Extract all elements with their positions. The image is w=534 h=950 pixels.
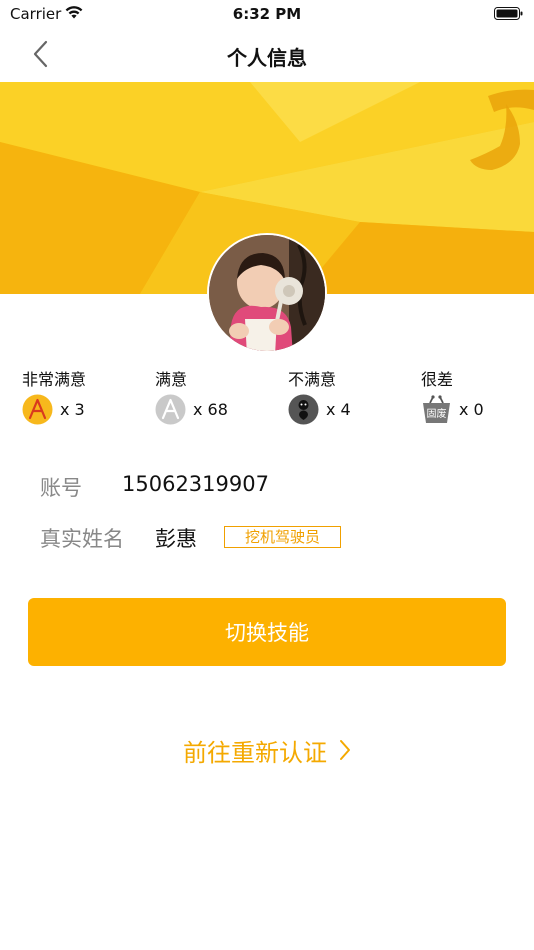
rating-count: x 3 xyxy=(60,400,85,419)
rating-label: 很差 xyxy=(421,370,454,389)
account-value: 15062319907 xyxy=(122,472,269,496)
rating-count: x 68 xyxy=(193,400,228,419)
very-satisfied-icon xyxy=(22,394,53,425)
skill-badge: 挖机驾驶员 xyxy=(224,526,341,548)
satisfied-icon xyxy=(155,394,186,425)
switch-skill-button[interactable]: 切换技能 xyxy=(28,598,506,666)
battery-icon xyxy=(494,6,524,26)
status-bar: Carrier 6:32 PM xyxy=(0,0,534,30)
rating-very-satisfied: 非常满意 x 3 xyxy=(22,366,155,430)
rating-satisfied: 满意 x 68 xyxy=(155,366,288,430)
rating-label: 满意 xyxy=(155,370,188,389)
navigation-bar: 个人信息 xyxy=(0,30,534,82)
reauth-link-label: 前往重新认证 xyxy=(183,738,327,767)
unsatisfied-icon xyxy=(288,394,319,425)
chevron-right-icon xyxy=(339,739,351,761)
rating-label: 非常满意 xyxy=(22,370,87,389)
avatar[interactable] xyxy=(207,233,327,353)
real-name-value: 彭惠 xyxy=(155,527,197,551)
very-bad-icon: 固废 xyxy=(421,394,452,425)
page-title: 个人信息 xyxy=(227,46,307,70)
rating-count: x 4 xyxy=(326,400,351,419)
reauth-link[interactable]: 前往重新认证 xyxy=(0,732,534,768)
account-label: 账号 xyxy=(40,476,82,500)
very-bad-icon-text: 固废 xyxy=(427,407,447,420)
rating-very-bad: 很差 固废 x 0 xyxy=(421,366,534,430)
clock: 6:32 PM xyxy=(232,5,302,23)
rating-unsatisfied: 不满意 x 4 xyxy=(288,366,421,430)
rating-label: 不满意 xyxy=(288,370,337,389)
ratings-summary: 非常满意 x 3 满意 x 68 不满意 x 4 很差 固废 x 0 xyxy=(22,366,534,430)
real-name-label: 真实姓名 xyxy=(40,527,124,551)
rating-count: x 0 xyxy=(459,400,484,419)
